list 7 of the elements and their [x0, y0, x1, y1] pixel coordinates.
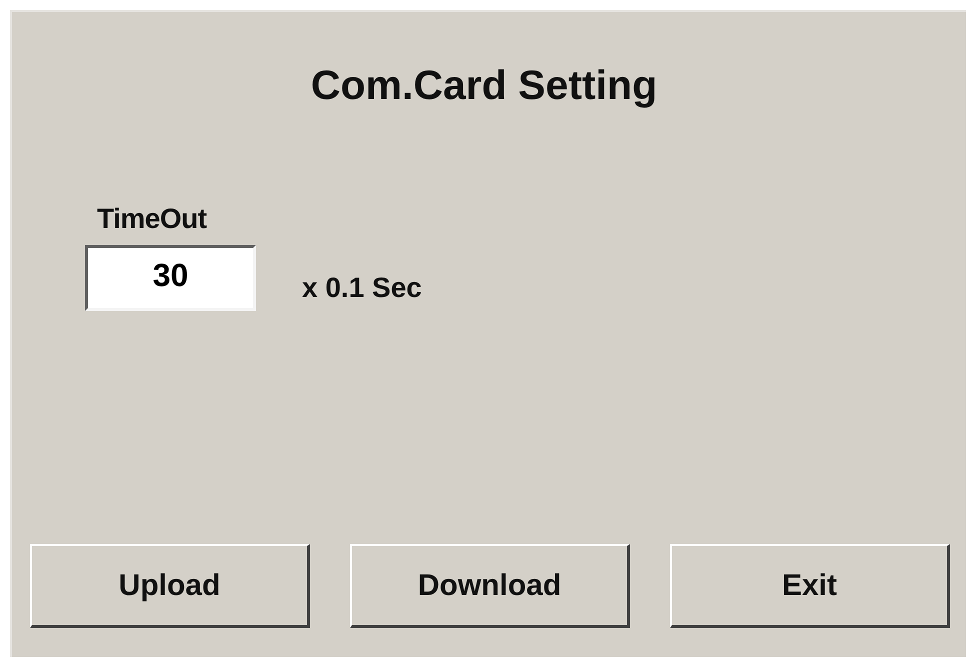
action-button[interactable]: Exit: [670, 544, 950, 628]
field-label: TimeOut: [97, 203, 207, 235]
dialog-title: Com.Card Setting: [310, 62, 658, 109]
unit-label: x 0.1 Sec: [302, 272, 422, 304]
action-button[interactable]: Upload: [30, 544, 310, 628]
timeout-input[interactable]: 30: [85, 245, 256, 311]
action-button[interactable]: Download: [350, 544, 630, 628]
